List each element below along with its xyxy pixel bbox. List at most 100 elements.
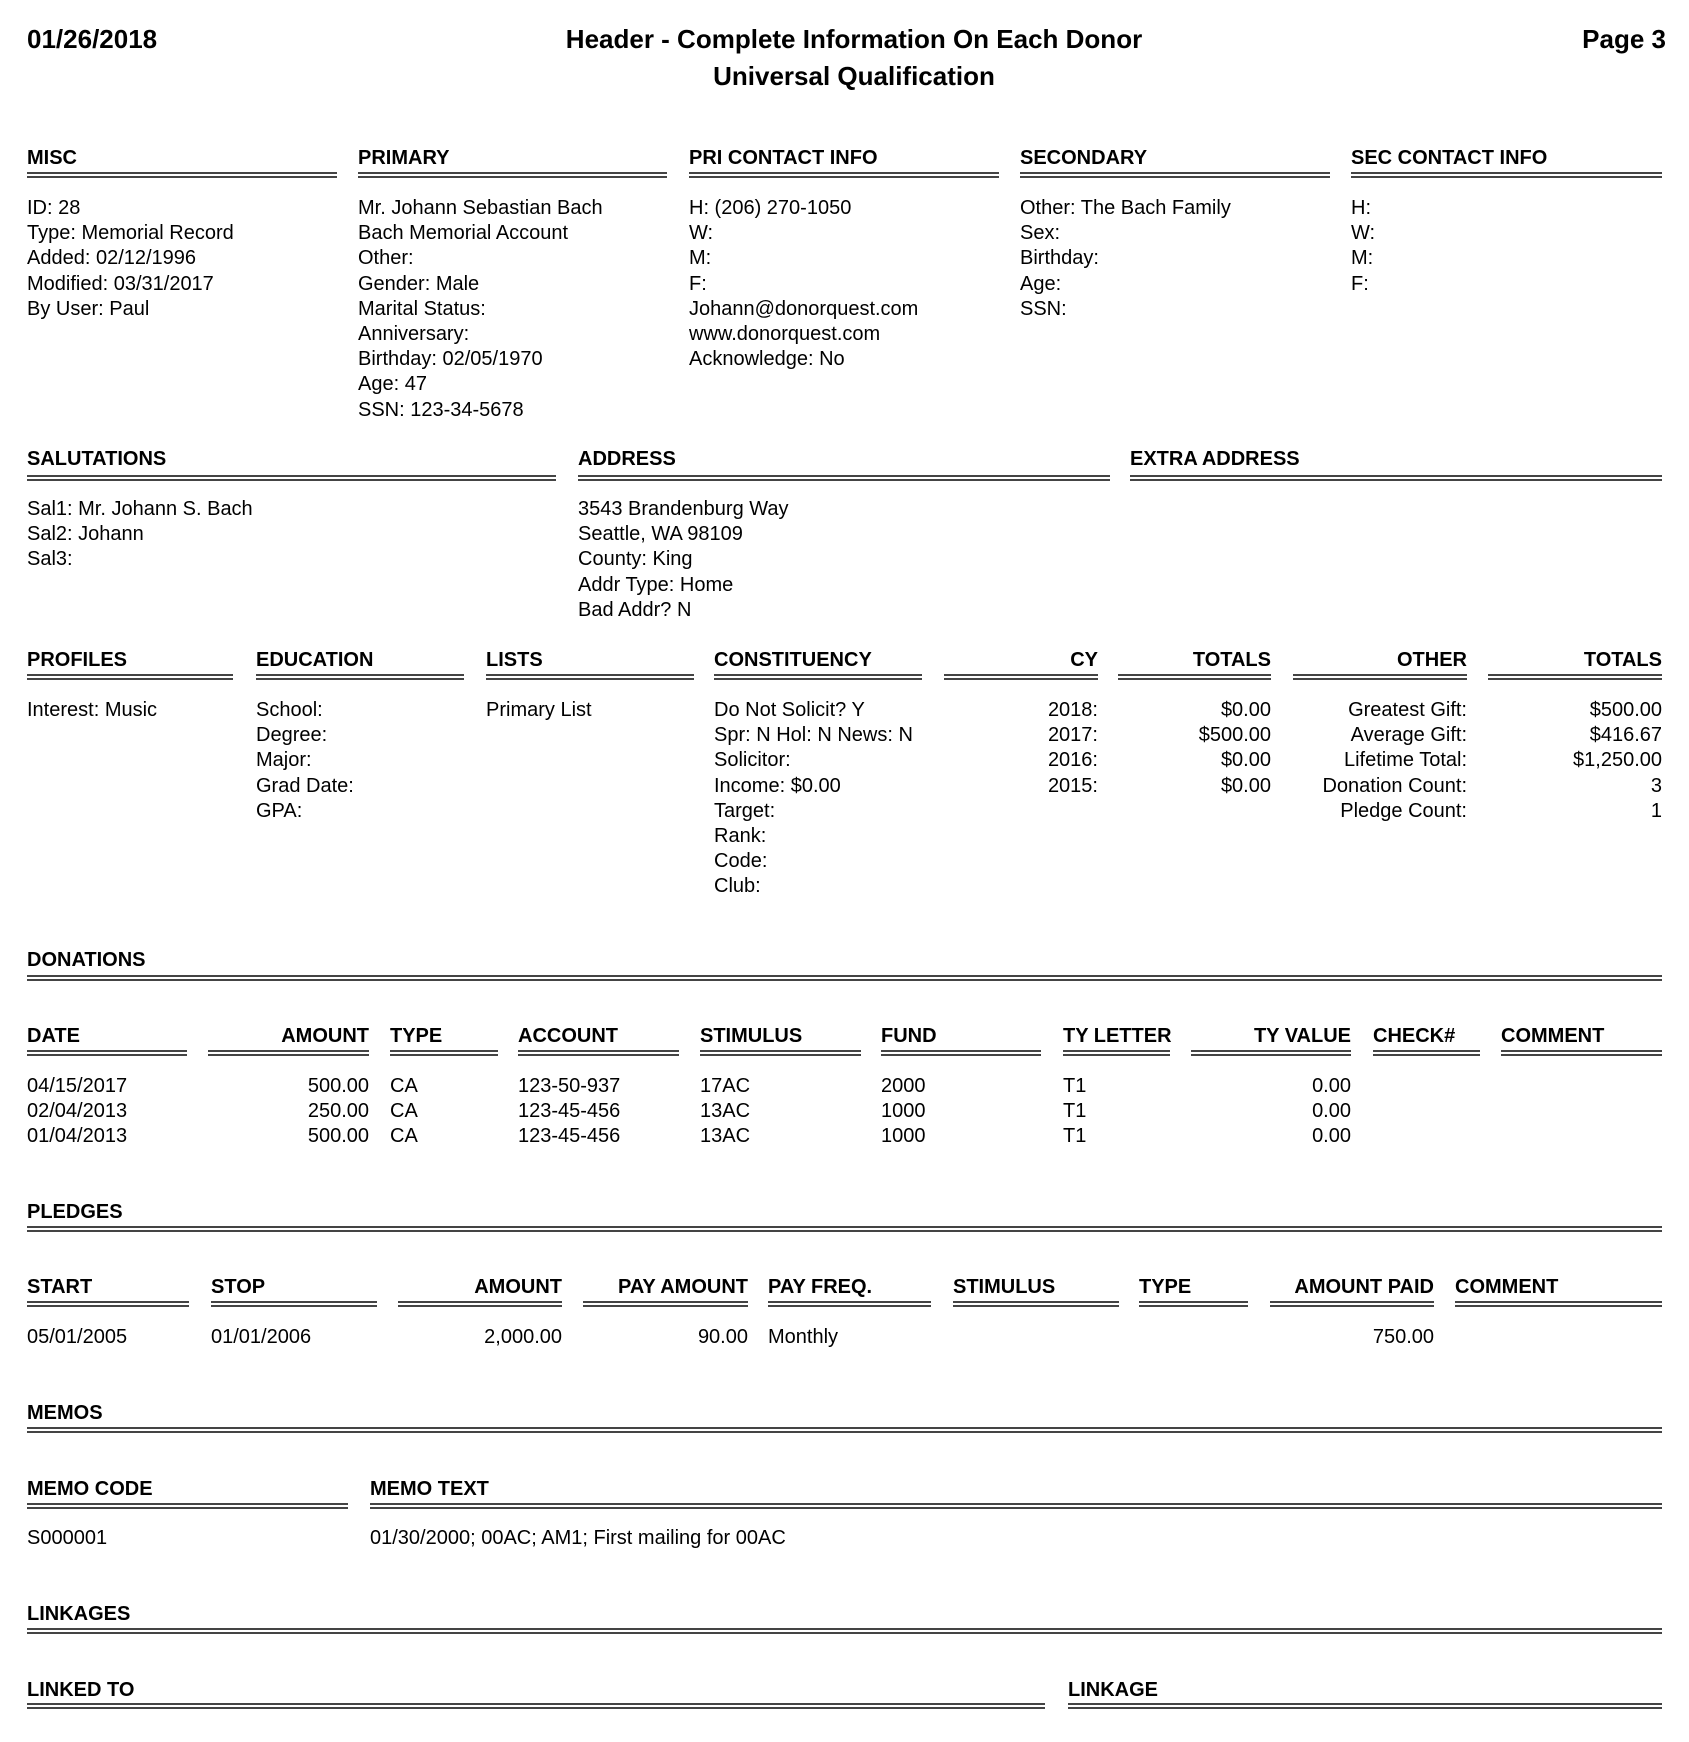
donation-column-header: STIMULUS (700, 1025, 803, 1047)
pledge-cell: Monthly (768, 1326, 839, 1348)
cy-totals-line: $500.00 (1198, 724, 1271, 747)
profiles-rule (27, 674, 233, 680)
primary-line: Marital Status: (358, 297, 486, 320)
primary-line: Gender: Male (358, 272, 480, 295)
pledge-column-header: AMOUNT PAID (1294, 1276, 1434, 1298)
constituency-line: Target: (714, 799, 776, 822)
pledge-cell: 2,000.00 (484, 1326, 562, 1348)
pledge-column-rule (211, 1301, 377, 1307)
donation-cell: 13AC (700, 1100, 751, 1123)
donation-cell: T1 (1063, 1075, 1087, 1097)
page-number: Page 3 (1582, 24, 1666, 54)
salutations-rule (27, 475, 556, 481)
donation-column-rule (1063, 1050, 1170, 1056)
donation-cell: 01/04/2013 (27, 1125, 128, 1148)
constituency-line: Club: (714, 875, 761, 898)
constituency-heading: CONSTITUENCY (714, 649, 872, 671)
report-title: Header - Complete Information On Each Do… (565, 24, 1143, 54)
other-totals-rule (1488, 674, 1662, 680)
secondary-heading: SECONDARY (1020, 147, 1148, 169)
pledge-column-rule (583, 1301, 748, 1307)
primary-heading: PRIMARY (358, 147, 450, 169)
donation-cell: 500.00 (307, 1075, 369, 1097)
other-line: Greatest Gift: (1348, 699, 1467, 721)
linkage-column-header: LINKAGE (1068, 1679, 1158, 1701)
memo-cell: 01/30/2000; 00AC; AM1; First mailing for… (370, 1527, 786, 1549)
cy-totals-rule (1118, 674, 1271, 680)
lists-heading: LISTS (486, 649, 543, 671)
other-line: Donation Count: (1322, 774, 1467, 797)
cy-line: 2015: (1047, 774, 1098, 797)
memo-cell: S000001 (27, 1527, 108, 1549)
address-line: Addr Type: Home (578, 573, 734, 596)
donation-cell: 123-45-456 (518, 1100, 621, 1123)
donation-column-header: COMMENT (1501, 1025, 1605, 1047)
donation-column-header: FUND (881, 1025, 937, 1047)
cy-totals-line: $0.00 (1220, 774, 1271, 797)
address-line: County: King (578, 548, 693, 571)
sec-contact-info-heading: SEC CONTACT INFO (1351, 147, 1548, 169)
linkages-section-rule (27, 1628, 1662, 1634)
donations-section-title: DONATIONS (27, 949, 146, 971)
donation-column-rule (27, 1050, 187, 1056)
donation-column-header: ACCOUNT (518, 1025, 618, 1047)
misc-line: Type: Memorial Record (27, 222, 234, 245)
constituency-line: Rank: (714, 825, 767, 847)
donation-cell: CA (390, 1125, 418, 1148)
other-line: Average Gift: (1350, 724, 1467, 747)
other-rule (1293, 674, 1467, 680)
donation-cell: 1000 (881, 1125, 926, 1148)
other-totals-line: $416.67 (1589, 724, 1662, 747)
secondary-line: SSN: (1020, 297, 1067, 320)
other-line: Lifetime Total: (1343, 749, 1467, 772)
constituency-line: Solicitor: (714, 749, 791, 772)
pledge-column-header: PAY AMOUNT (617, 1276, 748, 1298)
secondary-rule (1020, 172, 1330, 178)
education-line: Grad Date: (256, 774, 354, 797)
pledge-column-header: STOP (211, 1276, 266, 1298)
memo-column-rule (370, 1503, 1662, 1509)
donation-cell: T1 (1063, 1125, 1087, 1148)
pledge-column-rule (1139, 1301, 1248, 1307)
other-line: Pledge Count: (1340, 799, 1467, 822)
donation-column-rule (390, 1050, 498, 1056)
address-heading: ADDRESS (578, 448, 676, 470)
sec-contact-info-line: F: (1351, 272, 1369, 295)
pledge-column-header: PAY FREQ. (768, 1276, 873, 1298)
cy-line: 2016: (1047, 749, 1098, 772)
constituency-line: Spr: N Hol: N News: N (714, 724, 913, 747)
donation-cell: 500.00 (307, 1125, 369, 1148)
pledge-column-header: COMMENT (1455, 1276, 1559, 1298)
profiles-line: Interest: Music (27, 699, 158, 721)
donation-cell: 13AC (700, 1125, 751, 1148)
misc-line: Modified: 03/31/2017 (27, 272, 214, 295)
secondary-line: Age: (1020, 272, 1062, 295)
donation-cell: 04/15/2017 (27, 1075, 128, 1097)
pledge-column-rule (768, 1301, 931, 1307)
salutations-line: Sal2: Johann (27, 523, 144, 546)
other-totals-line: $500.00 (1589, 699, 1662, 721)
pri-contact-info-line: Johann@donorquest.com (689, 297, 919, 320)
other-totals-line: 1 (1650, 799, 1662, 822)
memos-section-title: MEMOS (27, 1402, 103, 1424)
secondary-line: Other: The Bach Family (1020, 197, 1231, 219)
donation-column-header: TYPE (390, 1025, 443, 1047)
education-line: School: (256, 699, 323, 721)
misc-rule (27, 172, 337, 178)
linkage-column-header: LINKED TO (27, 1679, 135, 1701)
donation-column-rule (700, 1050, 861, 1056)
primary-line: SSN: 123-34-5678 (358, 398, 524, 421)
pledge-cell: 750.00 (1372, 1326, 1434, 1348)
donation-cell: 17AC (700, 1075, 751, 1097)
education-line: Major: (256, 749, 312, 772)
constituency-line: Income: $0.00 (714, 774, 841, 797)
pri-contact-info-line: F: (689, 272, 707, 295)
address-rule (578, 475, 1110, 481)
donation-column-rule (518, 1050, 679, 1056)
donation-cell: 1000 (881, 1100, 926, 1123)
lists-rule (486, 674, 694, 680)
misc-heading: MISC (27, 147, 77, 169)
pledge-column-rule (953, 1301, 1119, 1307)
pledge-cell: 05/01/2005 (27, 1326, 128, 1348)
donation-cell: 123-50-937 (518, 1075, 621, 1097)
